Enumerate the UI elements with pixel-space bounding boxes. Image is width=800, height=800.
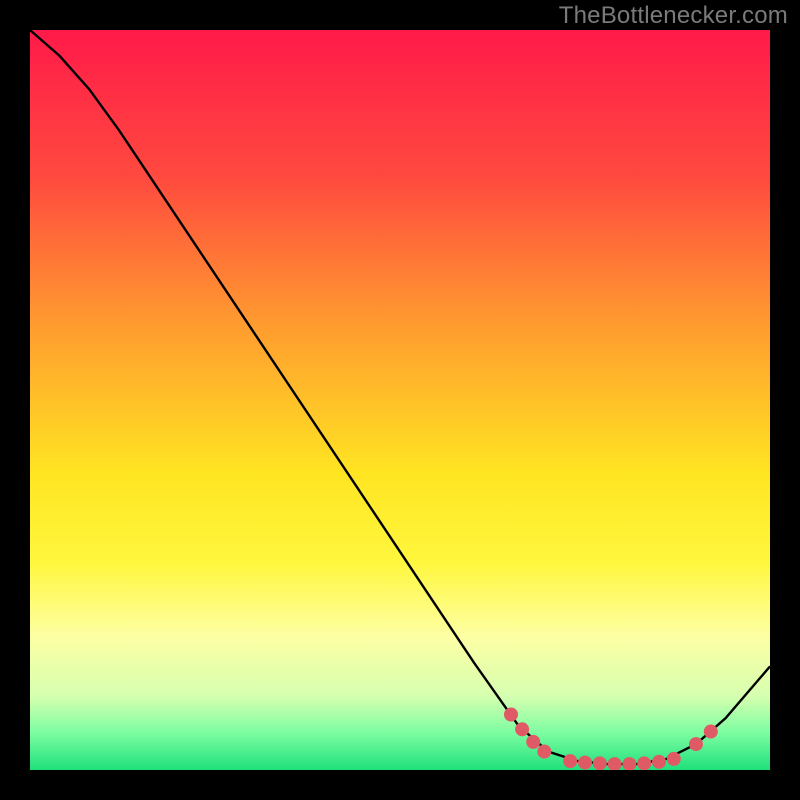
chart-marker — [515, 722, 529, 736]
chart-marker — [537, 745, 551, 759]
chart-marker — [526, 735, 540, 749]
chart-marker — [689, 737, 703, 751]
chart-marker — [667, 752, 681, 766]
chart-marker — [652, 755, 666, 769]
chart-plot-area — [30, 30, 770, 770]
chart-svg — [30, 30, 770, 770]
chart-marker — [504, 708, 518, 722]
watermark-label: TheBottlenecker.com — [559, 2, 788, 30]
chart-marker — [704, 725, 718, 739]
chart-marker — [578, 756, 592, 770]
chart-frame: TheBottlenecker.com — [0, 0, 800, 800]
chart-marker — [593, 756, 607, 770]
chart-marker — [637, 756, 651, 770]
chart-background — [30, 30, 770, 770]
chart-marker — [563, 754, 577, 768]
